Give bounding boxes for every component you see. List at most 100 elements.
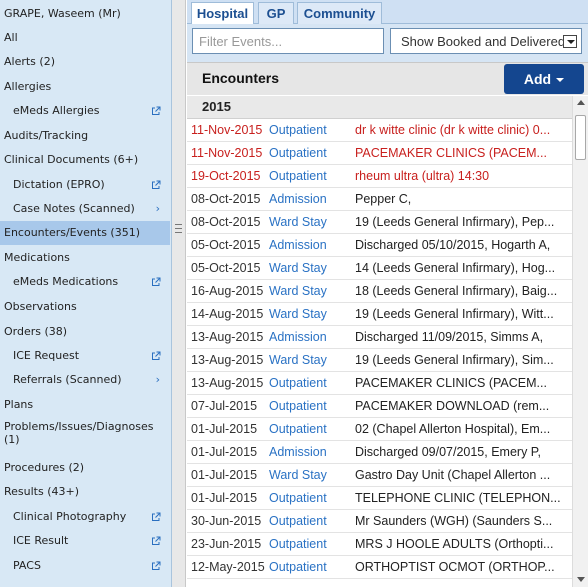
sidebar-item[interactable]: Allergies bbox=[0, 75, 170, 99]
sidebar-item[interactable]: eMeds Medications bbox=[0, 270, 170, 294]
encounter-type[interactable]: Ward Stay bbox=[269, 257, 349, 279]
filter-events-input[interactable] bbox=[192, 28, 384, 54]
encounter-row[interactable]: 16-Aug-2015 Ward Stay 18 (Leeds General In… bbox=[187, 280, 572, 303]
encounter-type[interactable]: Admission bbox=[269, 234, 349, 256]
sidebar-item[interactable]: Alerts (2) bbox=[0, 50, 170, 74]
encounter-description: 14 (Leeds General Infirmary), Hog... bbox=[355, 261, 556, 275]
scrollbar-thumb[interactable] bbox=[575, 115, 586, 160]
encounter-type[interactable]: Outpatient bbox=[269, 142, 349, 164]
encounter-type[interactable]: Outpatient bbox=[269, 372, 349, 394]
sidebar-item[interactable]: Problems/Issues/Diagnoses (1) bbox=[0, 417, 168, 447]
encounter-type[interactable]: Admission bbox=[269, 188, 349, 210]
tab-community[interactable]: Community bbox=[297, 2, 382, 24]
encounter-type[interactable]: Ward Stay bbox=[269, 211, 349, 233]
encounter-row[interactable]: 11-Nov-2015 Outpatient PACEMAKER CLINICS (… bbox=[187, 142, 572, 165]
external-link-icon[interactable] bbox=[151, 536, 161, 546]
encounter-description: Discharged 11/09/2015, Simms A, bbox=[355, 330, 544, 344]
encounter-row[interactable]: 07-Jul-2015 Outpatient PACEMAKER DOWNLOAD … bbox=[187, 395, 572, 418]
encounter-type[interactable]: Admission bbox=[269, 441, 349, 463]
encounter-row[interactable]: 05-Oct-2015 Admission Discharged 05/10/201… bbox=[187, 234, 572, 257]
external-link-icon[interactable] bbox=[151, 106, 161, 116]
event-status-select[interactable]: Show Booked and Delivered bbox=[390, 28, 582, 54]
sidebar-item[interactable]: Procedures (2) bbox=[0, 456, 170, 480]
sidebar-item[interactable]: Clinical Photography bbox=[0, 505, 170, 529]
sidebar-item[interactable]: All bbox=[0, 26, 170, 50]
encounter-row[interactable]: 11-Nov-2015 Outpatient dr k witte clinic (… bbox=[187, 119, 572, 142]
encounter-row[interactable]: 13-Aug-2015 Outpatient PACEMAKER CLINICS (… bbox=[187, 372, 572, 395]
encounter-type[interactable]: Outpatient bbox=[269, 510, 349, 532]
panel-splitter[interactable] bbox=[172, 0, 186, 587]
chevron-right-icon[interactable]: › bbox=[156, 197, 160, 221]
encounter-type[interactable]: Outpatient bbox=[269, 395, 349, 417]
sidebar-item-label: Allergies bbox=[4, 80, 52, 93]
encounter-row[interactable]: 01-Jul-2015 Outpatient TELEPHONE CLINIC (T… bbox=[187, 487, 572, 510]
external-link-icon[interactable] bbox=[151, 277, 161, 287]
sidebar-item[interactable]: Plans bbox=[0, 393, 170, 417]
encounter-type[interactable]: Ward Stay bbox=[269, 280, 349, 302]
vertical-scrollbar[interactable] bbox=[572, 96, 588, 587]
tab-hospital[interactable]: Hospital bbox=[191, 2, 254, 25]
sidebar-item[interactable]: Results (43+) bbox=[0, 480, 170, 504]
sidebar-item[interactable]: Clinical Documents (6+) bbox=[0, 148, 170, 172]
sidebar-item[interactable]: ICE Result bbox=[0, 529, 170, 553]
encounter-type[interactable]: Outpatient bbox=[269, 556, 349, 578]
encounter-type[interactable]: Outpatient bbox=[269, 165, 349, 187]
sidebar-item-label: eMeds Allergies bbox=[13, 104, 100, 117]
encounter-type[interactable]: Ward Stay bbox=[269, 303, 349, 325]
sidebar-item[interactable]: Referrals (Scanned) › bbox=[0, 368, 170, 392]
encounter-date: 23-Jun-2015 bbox=[191, 537, 262, 551]
encounter-row[interactable]: 12-May-2015 Outpatient ORTHOPTIST OCMOT (O… bbox=[187, 556, 572, 579]
encounter-row[interactable]: 01-Jul-2015 Ward Stay Gastro Day Unit (Cha… bbox=[187, 464, 572, 487]
encounter-row[interactable]: 19-Oct-2015 Outpatient rheum ultra (ultra)… bbox=[187, 165, 572, 188]
encounter-date: 08-Oct-2015 bbox=[191, 215, 261, 229]
encounter-date: 01-Jul-2015 bbox=[191, 445, 258, 459]
sidebar-item[interactable]: Case Notes (Scanned) › bbox=[0, 197, 170, 221]
external-link-icon[interactable] bbox=[151, 351, 161, 361]
encounter-row[interactable]: 01-Jul-2015 Outpatient 02 (Chapel Allerton… bbox=[187, 418, 572, 441]
encounter-type[interactable]: Ward Stay bbox=[269, 349, 349, 371]
encounter-row[interactable]: 14-Aug-2015 Ward Stay 19 (Leeds General In… bbox=[187, 303, 572, 326]
external-link-icon[interactable] bbox=[151, 561, 161, 571]
encounter-row[interactable]: 01-Jul-2015 Admission Discharged 09/07/201… bbox=[187, 441, 572, 464]
chevron-right-icon[interactable]: › bbox=[156, 368, 160, 392]
sidebar-item-label: Plans bbox=[4, 398, 34, 411]
encounter-type[interactable]: Admission bbox=[269, 326, 349, 348]
encounter-row[interactable]: 13-Aug-2015 Admission Discharged 11/09/201… bbox=[187, 326, 572, 349]
sidebar-item-label: Referrals (Scanned) bbox=[13, 373, 122, 386]
tab-gp[interactable]: GP bbox=[258, 2, 294, 24]
external-link-icon[interactable] bbox=[151, 512, 161, 522]
encounter-row[interactable]: 05-Oct-2015 Ward Stay 14 (Leeds General In… bbox=[187, 257, 572, 280]
encounter-type[interactable]: Outpatient bbox=[269, 533, 349, 555]
encounter-row[interactable]: 08-Oct-2015 Admission Pepper C, bbox=[187, 188, 572, 211]
encounter-row[interactable]: 13-Aug-2015 Ward Stay 19 (Leeds General In… bbox=[187, 349, 572, 372]
dropdown-arrow-icon[interactable] bbox=[563, 35, 577, 48]
encounter-type[interactable]: Outpatient bbox=[269, 418, 349, 440]
sidebar-item-label: eMeds Medications bbox=[13, 275, 119, 288]
sidebar-item[interactable]: Medications bbox=[0, 246, 170, 270]
encounter-type[interactable]: Outpatient bbox=[269, 119, 349, 141]
encounter-row[interactable]: 30-Jun-2015 Outpatient Mr Saunders (WGH) (… bbox=[187, 510, 572, 533]
sidebar-item[interactable]: Dictation (EPRO) bbox=[0, 173, 170, 197]
encounter-type[interactable]: Ward Stay bbox=[269, 464, 349, 486]
sidebar-item[interactable]: Observations bbox=[0, 295, 170, 319]
sidebar-item[interactable]: Audits/Tracking bbox=[0, 124, 170, 148]
encounter-date: 19-Oct-2015 bbox=[191, 169, 261, 183]
sidebar-item[interactable]: Encounters/Events (351) bbox=[0, 221, 170, 245]
encounter-row[interactable]: 23-Jun-2015 Outpatient MRS J HOOLE ADULTS … bbox=[187, 533, 572, 556]
splitter-grip-icon[interactable] bbox=[175, 224, 182, 233]
encounter-type[interactable]: Outpatient bbox=[269, 487, 349, 509]
sidebar-item-label: Orders (38) bbox=[4, 325, 68, 338]
scroll-down-arrow-icon[interactable] bbox=[577, 577, 585, 582]
encounter-description: rheum ultra (ultra) 14:30 bbox=[355, 169, 490, 183]
encounter-row[interactable]: 08-Oct-2015 Ward Stay 19 (Leeds General In… bbox=[187, 211, 572, 234]
sidebar-item[interactable]: ICE Request bbox=[0, 344, 170, 368]
section-title: Encounters bbox=[202, 70, 280, 86]
sidebar-item[interactable]: Orders (38) bbox=[0, 320, 170, 344]
encounter-date: 11-Nov-2015 bbox=[191, 146, 263, 160]
sidebar-item[interactable]: eMeds Allergies bbox=[0, 99, 170, 123]
scroll-up-arrow-icon[interactable] bbox=[577, 100, 585, 105]
add-button[interactable]: Add bbox=[504, 64, 584, 94]
external-link-icon[interactable] bbox=[151, 180, 161, 190]
sidebar-item[interactable]: PACS bbox=[0, 554, 170, 578]
encounters-list: 11-Nov-2015 Outpatient dr k witte clinic (… bbox=[187, 119, 572, 587]
